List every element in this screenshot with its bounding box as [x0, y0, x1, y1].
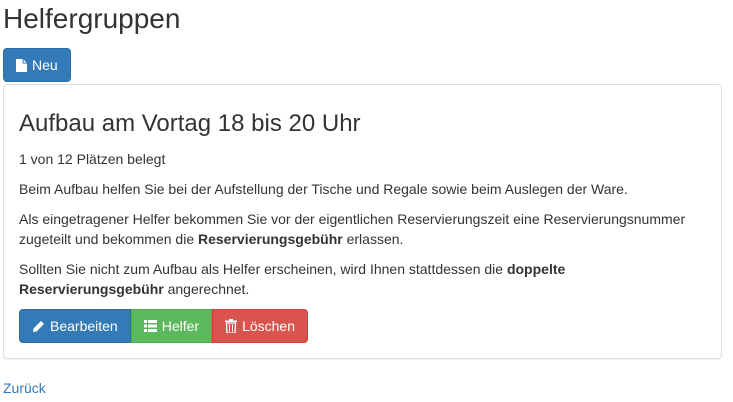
group-actions: Bearbeiten Helfer Löschen [19, 309, 706, 343]
helpers-button[interactable]: Helfer [130, 309, 213, 343]
penalty-text: Sollten Sie nicht zum Aufbau als Helfer … [19, 261, 507, 277]
group-penalty-note: Sollten Sie nicht zum Aufbau als Helfer … [19, 259, 706, 299]
new-button[interactable]: Neu [3, 48, 71, 82]
edit-button[interactable]: Bearbeiten [19, 309, 131, 343]
delete-button[interactable]: Löschen [212, 309, 309, 343]
page: Helfergruppen Neu Aufbau am Vortag 18 bi… [0, 0, 733, 402]
trash-icon [225, 319, 238, 333]
benefit-text-end: erlassen. [342, 231, 404, 247]
back-link[interactable]: Zurück [3, 378, 46, 398]
helper-group-panel: Aufbau am Vortag 18 bis 20 Uhr 1 von 12 … [3, 84, 722, 359]
group-helper-benefit: Als eingetragener Helfer bekommen Sie vo… [19, 209, 706, 249]
edit-button-label: Bearbeiten [50, 318, 118, 334]
file-icon [16, 58, 27, 72]
new-button-label: Neu [32, 57, 58, 73]
delete-button-label: Löschen [242, 318, 296, 334]
penalty-text-end: angerechnet. [163, 281, 250, 297]
group-occupancy: 1 von 12 Plätzen belegt [19, 151, 166, 167]
pencil-icon [32, 320, 45, 333]
page-title: Helfergruppen [3, 3, 181, 34]
group-title: Aufbau am Vortag 18 bis 20 Uhr [19, 110, 361, 137]
benefit-emphasis: Reservierungsgebühr [198, 231, 343, 247]
group-description: Beim Aufbau helfen Sie bei der Aufstellu… [19, 181, 628, 197]
helpers-button-label: Helfer [161, 318, 200, 334]
list-icon [143, 320, 157, 332]
